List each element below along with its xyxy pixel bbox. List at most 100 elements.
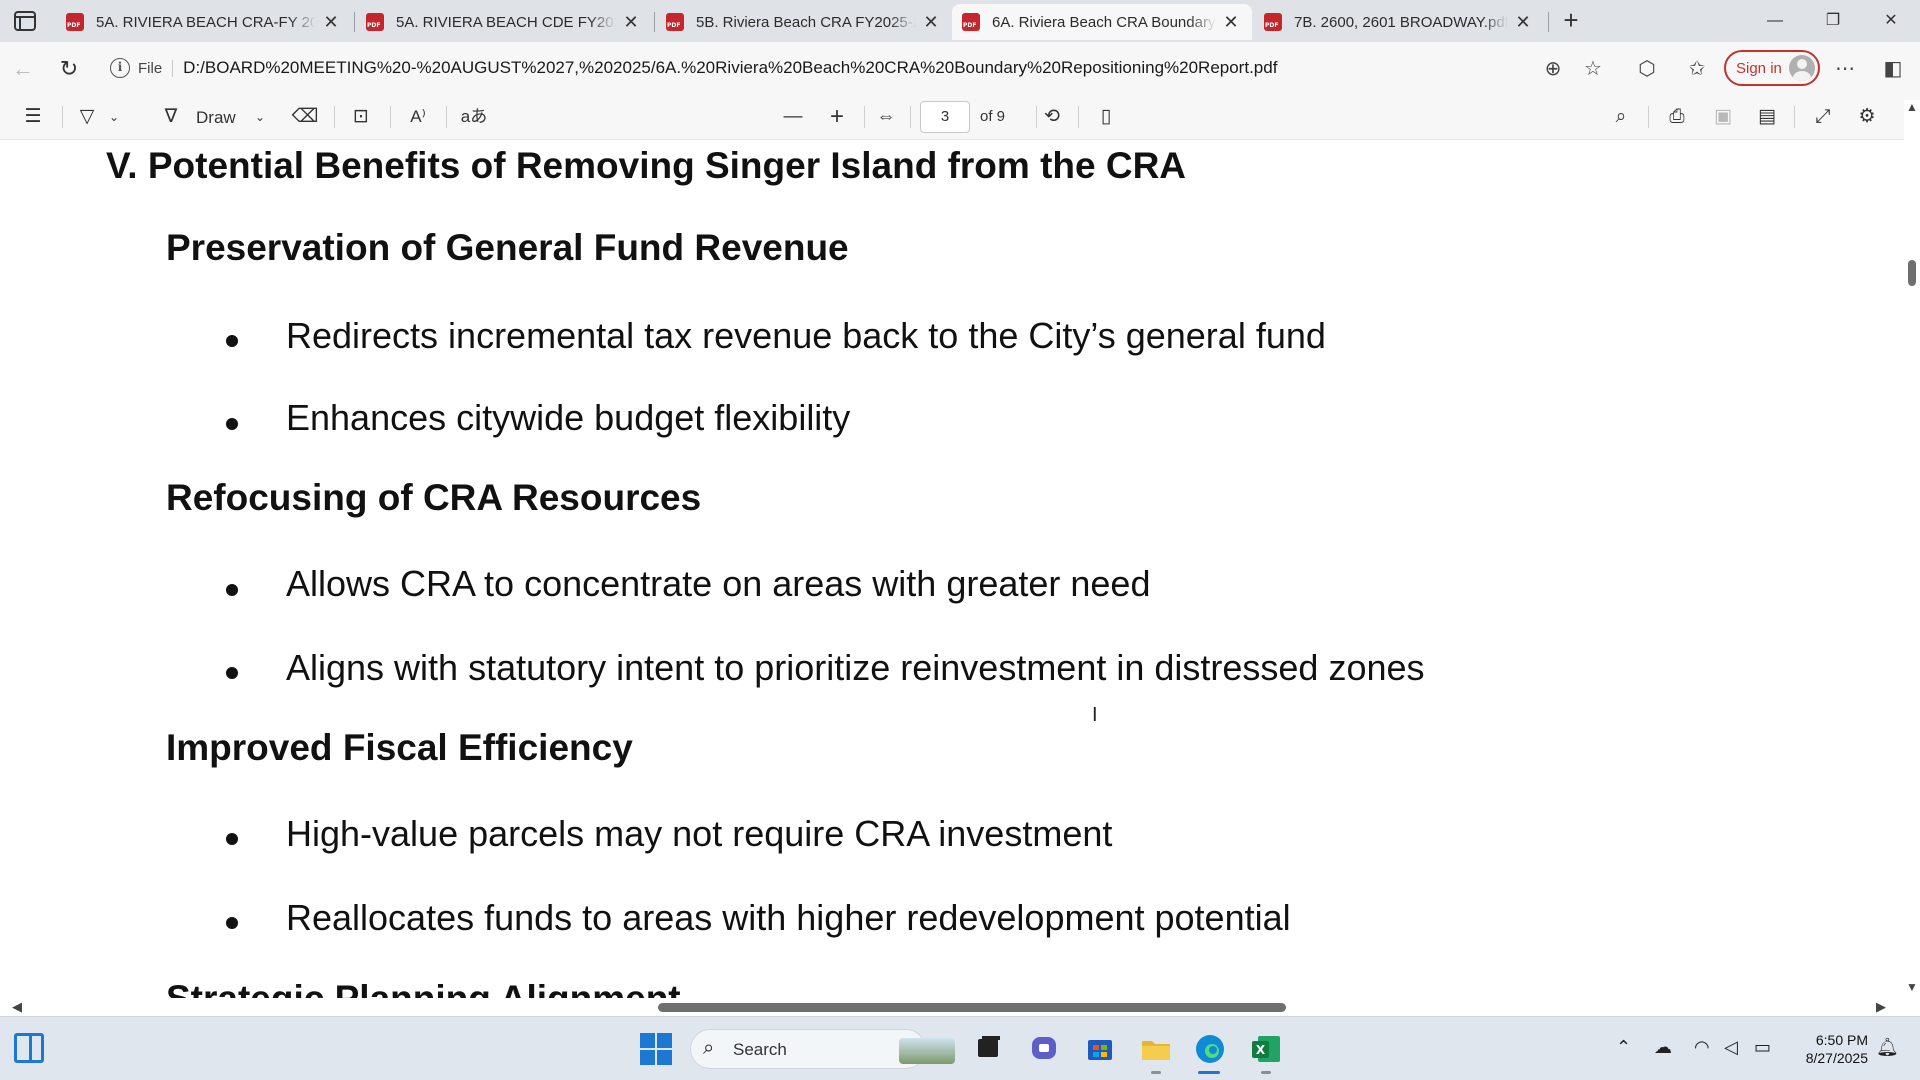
widgets-icon[interactable] (14, 1033, 44, 1063)
horizontal-scrollbar[interactable]: ◀ ▶ (0, 998, 1920, 1016)
partial-heading: Strategic Planning Alignment (166, 978, 681, 998)
system-clock[interactable]: 6:50 PM 8/27/2025 (1790, 1031, 1868, 1067)
close-icon[interactable]: ✕ (620, 12, 642, 33)
pdf-file-icon (962, 13, 980, 31)
print-icon[interactable]: ⎙ (1662, 102, 1692, 132)
toolbar-divider (390, 106, 391, 128)
subsection-heading: Improved Fiscal Efficiency (166, 727, 633, 768)
settings-gear-icon[interactable]: ⚙ (1852, 102, 1882, 132)
windows-start-icon[interactable] (638, 1031, 674, 1067)
close-icon[interactable]: ✕ (320, 12, 342, 33)
scroll-right-icon[interactable]: ▶ (1876, 999, 1886, 1015)
favorites-icon[interactable]: ✩ (1682, 54, 1712, 84)
zoom-in-icon[interactable]: + (822, 102, 852, 132)
svg-text:X: X (1256, 1043, 1266, 1057)
restore-button[interactable]: ❐ (1810, 6, 1856, 36)
search-label: Search (733, 1040, 787, 1059)
save-icon[interactable]: ▣ (1708, 102, 1738, 132)
toolbar-divider (62, 106, 63, 128)
minimize-button[interactable]: — (1752, 6, 1798, 36)
active-indicator (1198, 1071, 1220, 1074)
add-text-icon[interactable]: ⊡ (346, 102, 376, 132)
clock-date: 8/27/2025 (1805, 1050, 1868, 1066)
text-cursor-icon: I (1092, 704, 1098, 726)
bullet-dot (226, 335, 238, 347)
running-indicator (1261, 1071, 1271, 1074)
zoom-icon[interactable]: ⊕ (1538, 54, 1568, 84)
task-view-icon[interactable] (970, 1031, 1006, 1067)
sign-in-button[interactable]: Sign in (1724, 50, 1820, 86)
back-arrow-icon[interactable]: ← (8, 54, 38, 84)
excel-icon[interactable]: X (1248, 1031, 1284, 1067)
scroll-left-icon[interactable]: ◀ (12, 999, 22, 1015)
battery-icon[interactable]: ▭ (1754, 1037, 1771, 1058)
url-box[interactable]: i File D:/BOARD%20MEETING%20-%20AUGUST%2… (100, 50, 1600, 86)
horizontal-scroll-thumb[interactable] (658, 1003, 1286, 1012)
tab-title: 5B. Riviera Beach CRA FY2025-20 (696, 13, 916, 31)
favorite-star-icon[interactable]: ☆ (1578, 54, 1608, 84)
tab-6a-boundary[interactable]: 6A. Riviera Beach CRA Boundary R ✕ (952, 4, 1252, 40)
scroll-up-icon[interactable]: ▲ (1906, 100, 1918, 114)
list-item: Aligns with statutory intent to prioriti… (286, 647, 1425, 688)
tab-7b-broadway[interactable]: 7B. 2600, 2601 BROADWAY.pdf ✕ (1254, 4, 1544, 40)
draw-icon[interactable]: ∇ (156, 102, 186, 132)
url-text[interactable]: D:/BOARD%20MEETING%20-%20AUGUST%2027,%20… (183, 58, 1277, 78)
close-icon[interactable]: ✕ (920, 12, 942, 33)
tab-divider (1548, 12, 1549, 32)
scroll-down-icon[interactable]: ▼ (1906, 980, 1918, 994)
extensions-icon[interactable]: ⬡ (1632, 54, 1662, 84)
tab-5a-fy2024[interactable]: 5A. RIVIERA BEACH CRA-FY 2024 ✕ (56, 4, 352, 40)
edge-browser-icon[interactable] (1192, 1031, 1228, 1067)
store-icon[interactable] (1082, 1031, 1118, 1067)
new-tab-button[interactable]: + (1556, 6, 1586, 36)
chevron-up-icon[interactable]: ⌃ (1616, 1037, 1631, 1058)
sidebar-toggle-icon[interactable]: ◧ (1878, 54, 1908, 84)
wifi-icon[interactable]: ◠ (1694, 1037, 1710, 1058)
taskbar-search[interactable]: ⌕ Search (690, 1029, 955, 1069)
teams-chat-icon[interactable] (1026, 1031, 1062, 1067)
toolbar-divider (864, 106, 865, 128)
rotate-icon[interactable]: ⟲ (1036, 102, 1068, 132)
onedrive-icon[interactable]: ☁ (1654, 1037, 1672, 1058)
subsection-heading: Refocusing of CRA Resources (166, 477, 702, 518)
tab-5b-fy2025[interactable]: 5B. Riviera Beach CRA FY2025-20 ✕ (656, 4, 952, 40)
taskbar: ⌕ Search X ⌃ ☁ ◠ ◁ ▭ 6:50 PM 8/27/2025 🔔… (0, 1016, 1920, 1080)
zoom-out-icon[interactable]: — (778, 102, 808, 132)
volume-icon[interactable]: ◁ (1724, 1037, 1738, 1058)
tab-strip: 5A. RIVIERA BEACH CRA-FY 2024 ✕ 5A. RIVI… (0, 0, 1920, 42)
file-explorer-icon[interactable] (1138, 1031, 1174, 1067)
subsection-heading: Preservation of General Fund Revenue (166, 227, 849, 268)
vertical-scrollbar[interactable]: ▲ ▼ (1904, 100, 1920, 998)
pdf-page[interactable]: V. Potential Benefits of Removing Singer… (0, 141, 1904, 998)
page-number-input[interactable]: 3 (920, 101, 970, 133)
vertical-scroll-thumb[interactable] (1908, 260, 1916, 286)
notification-bell-icon[interactable]: 🔔︎ (1876, 1037, 1899, 1058)
search-icon[interactable]: ⌕ (1606, 102, 1636, 132)
eraser-icon[interactable]: ⌫ (290, 102, 320, 132)
page-view-icon[interactable]: ▯ (1090, 102, 1122, 132)
read-aloud-icon[interactable]: A⁾ (402, 102, 434, 132)
tab-actions-icon[interactable] (10, 8, 40, 34)
avatar (1789, 55, 1815, 81)
bullet-dot (226, 418, 238, 430)
tab-5a-cde[interactable]: 5A. RIVIERA BEACH CDE FY2023- ✕ (356, 4, 652, 40)
chevron-down-icon[interactable]: ⌄ (252, 102, 268, 132)
contents-list-icon[interactable]: ☰ (18, 102, 48, 132)
fullscreen-icon[interactable]: ⤢ (1808, 102, 1838, 132)
chevron-down-icon[interactable]: ⌄ (106, 102, 122, 132)
refresh-icon[interactable]: ↻ (54, 54, 84, 84)
more-menu-icon[interactable]: ⋯ (1830, 54, 1860, 84)
bullet-dot (226, 667, 238, 679)
close-window-button[interactable]: ✕ (1868, 6, 1914, 36)
info-icon[interactable]: i (110, 58, 130, 78)
clock-time: 6:50 PM (1815, 1032, 1868, 1048)
close-icon[interactable]: ✕ (1220, 12, 1242, 33)
search-highlight-image (899, 1038, 955, 1064)
highlight-icon[interactable]: ▽ (72, 102, 102, 132)
draw-label[interactable]: Draw (196, 108, 236, 128)
save-as-icon[interactable]: ▤ (1752, 102, 1782, 132)
toolbar-divider (1794, 106, 1795, 128)
fit-page-icon[interactable]: ⇔ (870, 102, 902, 132)
close-icon[interactable]: ✕ (1512, 12, 1534, 33)
translate-icon[interactable]: aあ (458, 102, 490, 132)
